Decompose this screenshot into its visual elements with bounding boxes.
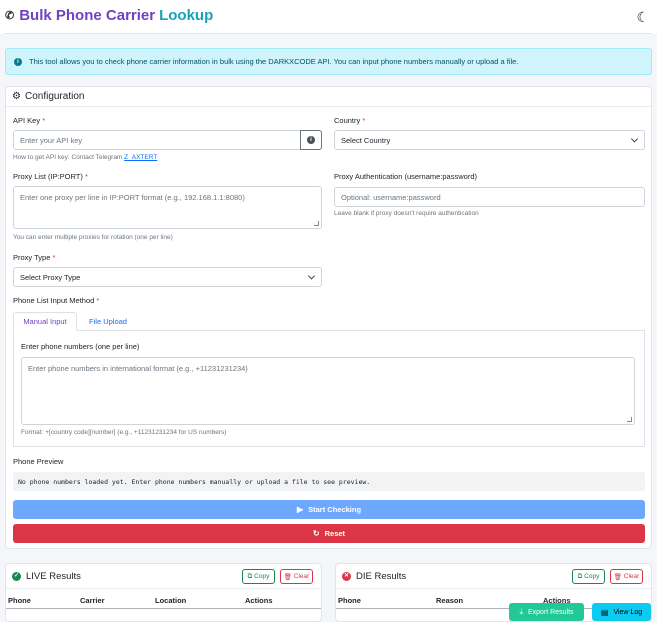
reset-icon: ↻ (312, 529, 320, 538)
configuration-card: ⚙ Configuration API Key * Enter your API… (5, 86, 652, 549)
column-header-phone: Phone (8, 596, 31, 605)
required-mark: * (52, 253, 56, 262)
proxy-list-label-text: Proxy List (IP:PORT) (13, 172, 83, 181)
start-checking-button[interactable]: ▶ Start Checking (13, 500, 645, 519)
info-icon: i (307, 136, 315, 144)
input-method-label: Phone List Input Method * (13, 296, 99, 305)
view-log-button[interactable]: ▤ View Log (592, 603, 651, 621)
die-copy-label: Copy (584, 573, 600, 580)
live-results-title-text: LIVE Results (26, 571, 81, 582)
chevron-down-icon (630, 135, 639, 143)
country-label: Country * (334, 116, 365, 125)
app-title-part1: Bulk Phone Carrier (19, 7, 156, 24)
input-method-label-text: Phone List Input Method (13, 296, 95, 305)
country-select[interactable]: Select Country (334, 130, 645, 150)
required-mark: * (96, 296, 100, 305)
column-header-phone: Phone (338, 596, 361, 605)
resize-handle[interactable] (627, 417, 632, 422)
die-results-title: ✕ DIE Results (342, 571, 406, 582)
country-label-text: Country (334, 116, 361, 125)
export-results-button[interactable]: ⤓ Export Results (509, 603, 584, 621)
app-title-part2: Lookup (159, 7, 214, 24)
live-results-title: ✓ LIVE Results (12, 571, 81, 582)
configuration-header: ⚙ Configuration (6, 87, 651, 107)
required-mark: * (362, 116, 366, 125)
phone-preview-label: Phone Preview (13, 457, 64, 466)
info-alert-text: This tool allows you to check phone carr… (29, 57, 519, 66)
start-checking-label: Start Checking (308, 505, 362, 514)
phone-numbers-textarea[interactable]: Enter phone numbers in international for… (21, 357, 635, 425)
proxy-type-select[interactable]: Select Proxy Type (13, 267, 322, 287)
configuration-title: Configuration (24, 91, 85, 102)
trash-icon: 🗑 (283, 573, 292, 581)
moon-icon[interactable]: ☾ (636, 9, 649, 26)
die-clear-label: Clear (623, 573, 640, 580)
table-header-divider (6, 608, 321, 609)
live-copy-label: Copy (254, 573, 270, 580)
api-key-placeholder: Enter your API key (20, 135, 83, 145)
proxy-type-select-value: Select Proxy Type (20, 272, 81, 282)
phone-numbers-placeholder: Enter phone numbers in international for… (28, 364, 248, 373)
phone-format-help: Format: +[country code][number] (e.g., +… (21, 429, 227, 436)
top-bar: ✆ Bulk Phone Carrier Lookup ☾ (0, 0, 657, 34)
gear-icon: ⚙ (12, 91, 21, 102)
proxy-list-label: Proxy List (IP:PORT) * (13, 172, 88, 181)
required-mark: * (42, 116, 46, 125)
resize-handle[interactable] (314, 221, 319, 226)
proxy-auth-placeholder: Optional: username:password (341, 192, 441, 202)
live-clear-label: Clear (293, 573, 310, 580)
terminal-icon: ▤ (600, 607, 609, 617)
check-circle-icon: ✓ (12, 572, 21, 581)
proxy-type-label-text: Proxy Type (13, 253, 51, 262)
die-results-title-text: DIE Results (356, 571, 407, 582)
proxy-auth-help: Leave blank if proxy doesn't require aut… (334, 210, 479, 217)
proxy-list-help: You can enter multiple proxies for rotat… (13, 234, 173, 241)
column-header-reason: Reason (436, 596, 464, 605)
reset-button[interactable]: ↻ Reset (13, 524, 645, 543)
column-header-location: Location (155, 596, 187, 605)
api-key-input[interactable]: Enter your API key (13, 130, 301, 150)
app-title: ✆ Bulk Phone Carrier Lookup (5, 7, 213, 24)
info-alert: i This tool allows you to check phone ca… (5, 48, 652, 75)
live-copy-button[interactable]: ⧉ Copy (242, 569, 275, 584)
country-select-value: Select Country (341, 135, 391, 145)
copy-icon: ⧉ (247, 572, 253, 580)
phone-preview-box: No phone numbers loaded yet. Enter phone… (13, 472, 645, 491)
die-clear-button[interactable]: 🗑 Clear (610, 569, 643, 584)
required-mark: * (84, 172, 88, 181)
trash-icon: 🗑 (613, 573, 622, 581)
live-clear-button[interactable]: 🗑 Clear (280, 569, 313, 584)
phone-numbers-label: Enter phone numbers (one per line) (21, 342, 140, 351)
die-copy-button[interactable]: ⧉ Copy (572, 569, 605, 584)
live-results-card: ✓ LIVE Results ⧉ Copy 🗑 Clear Phone Carr… (5, 563, 322, 622)
column-header-actions: Actions (245, 596, 273, 605)
tab-file-upload[interactable]: File Upload (80, 312, 136, 331)
divider (4, 33, 653, 34)
proxy-list-textarea[interactable]: Enter one proxy per line in IP:PORT form… (13, 186, 322, 229)
api-key-info-button[interactable]: i (300, 130, 322, 150)
tab-manual-input[interactable]: Manual Input (13, 312, 77, 331)
copy-icon: ⧉ (577, 572, 583, 580)
reset-label: Reset (324, 529, 346, 538)
chevron-down-icon (307, 272, 316, 280)
x-circle-icon: ✕ (342, 572, 351, 581)
proxy-list-placeholder: Enter one proxy per line in IP:PORT form… (20, 193, 245, 202)
download-icon: ⤓ (519, 607, 523, 616)
api-key-label: API Key * (13, 116, 45, 125)
proxy-auth-label: Proxy Authentication (username:password) (334, 172, 477, 181)
play-icon: ▶ (296, 505, 304, 514)
export-results-label: Export Results (528, 608, 574, 616)
die-results-header: ✕ DIE Results ⧉ Copy 🗑 Clear (336, 564, 651, 589)
phone-icon: ✆ (5, 10, 15, 22)
api-key-label-text: API Key (13, 116, 41, 125)
telegram-link[interactable]: Z_AXTERT (124, 154, 157, 161)
live-results-header: ✓ LIVE Results ⧉ Copy 🗑 Clear (6, 564, 321, 589)
proxy-type-label: Proxy Type * (13, 253, 55, 262)
api-key-help-text: How to get API key: Contact Telegram (13, 154, 123, 161)
info-icon: i (14, 57, 22, 66)
api-key-help: How to get API key: Contact Telegram Z_A… (13, 154, 157, 161)
view-log-label: View Log (613, 608, 643, 616)
proxy-auth-input[interactable]: Optional: username:password (334, 187, 645, 207)
column-header-carrier: Carrier (80, 596, 105, 605)
